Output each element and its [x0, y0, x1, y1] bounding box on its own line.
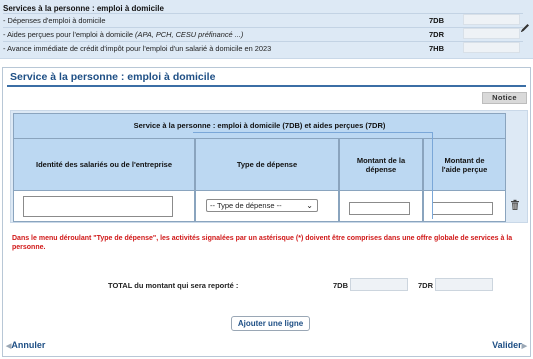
add-line-button[interactable]: Ajouter une ligne [231, 316, 310, 331]
summary-value-7dr [463, 28, 520, 39]
focus-outline [432, 132, 433, 219]
total-code-7dr: 7DR [418, 281, 434, 290]
aid-amount-input[interactable] [432, 202, 493, 215]
cancel-button[interactable]: ◀Annuler [6, 340, 45, 350]
column-header-aid: Montant de l'aide perçue [423, 139, 506, 191]
summary-value-7db [463, 14, 520, 25]
summary-row-code: 7DB [429, 16, 445, 25]
summary-row-code: 7HB [429, 44, 445, 53]
summary-row-7db: - Dépenses d'emploi à domicile 7DB [3, 13, 523, 25]
identity-input[interactable] [23, 196, 173, 217]
summary-panel: Services à la personne : emploi à domici… [0, 0, 533, 59]
table-cell-aid [423, 191, 506, 222]
dialog-title: Service à la personne : emploi à domicil… [10, 71, 216, 83]
title-divider [7, 85, 526, 87]
summary-row-7hb: - Avance immédiate de crédit d'impôt pou… [3, 41, 523, 53]
summary-row-7dr: - Aides perçues pour l'emploi à domicile… [3, 27, 523, 39]
total-label: TOTAL du montant qui sera reporté : [108, 281, 239, 290]
warning-message: Dans le menu déroulant "Type de dépense"… [12, 235, 513, 251]
summary-title: Services à la personne : emploi à domici… [3, 4, 164, 13]
total-value-7dr [435, 278, 493, 291]
expense-table-panel: Service à la personne : emploi à domicil… [10, 110, 528, 223]
total-code-7db: 7DB [333, 281, 349, 290]
summary-row-label: - Aides perçues pour l'emploi à domicile… [3, 30, 244, 39]
total-value-7db [350, 278, 408, 291]
summary-row-label: - Dépenses d'emploi à domicile [3, 16, 106, 25]
summary-value-7hb [463, 42, 520, 53]
chevron-right-icon: ▶ [521, 343, 527, 350]
table-row [13, 191, 195, 222]
summary-row-code: 7DR [429, 30, 445, 39]
service-dialog: Service à la personne : emploi à domicil… [2, 67, 531, 357]
trash-icon[interactable] [510, 199, 520, 211]
summary-row-label: - Avance immédiate de crédit d'impôt pou… [3, 44, 272, 53]
pencil-icon[interactable] [520, 22, 530, 34]
focus-outline [193, 132, 433, 219]
notice-button[interactable]: Notice [482, 92, 527, 104]
column-header-identity: Identité des salariés ou de l'entreprise [13, 139, 195, 191]
validate-button[interactable]: Valider▶ [492, 340, 527, 350]
